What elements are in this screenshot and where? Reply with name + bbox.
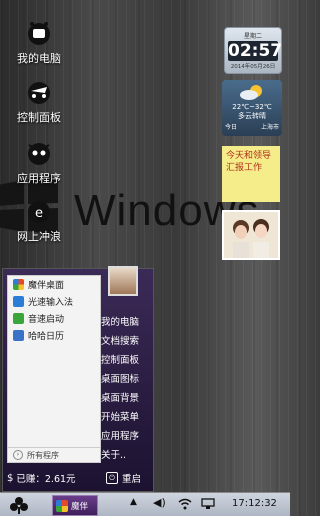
pinwheel-icon: [56, 499, 68, 512]
note-text: 今天和领导汇报工作: [226, 151, 272, 173]
computer-icon: [28, 22, 50, 45]
clock-time: 02:57: [228, 41, 283, 61]
taskbar-app-button[interactable]: 魔伴: [52, 495, 98, 516]
program-label: 魔伴桌面: [28, 281, 65, 291]
desktop-icon-label: 网上冲浪: [17, 230, 61, 243]
arrow-right-icon: ›: [13, 450, 23, 460]
input-method-icon: [13, 296, 24, 307]
launcher-icon: [13, 313, 24, 324]
volume-icon[interactable]: ◀): [153, 496, 166, 509]
svg-text:e: e: [35, 206, 43, 221]
photo-frame-widget[interactable]: [222, 210, 280, 260]
program-label: 音速启动: [28, 315, 65, 325]
browser-icon: e: [28, 201, 50, 223]
desktop-icon-control-panel[interactable]: 控制面板: [4, 79, 74, 125]
weather-city: 上海市: [260, 124, 279, 131]
program-item[interactable]: 哈哈日历: [8, 327, 100, 344]
link-desktop-icons[interactable]: 桌面图标: [101, 370, 151, 389]
taskbar-app-label: 魔伴: [71, 501, 89, 512]
sticky-note-widget[interactable]: 今天和领导汇报工作: [222, 146, 280, 202]
link-desktop-background[interactable]: 桌面背景: [101, 389, 151, 408]
taskbar: 魔伴 ▲ ◀) 17:12:32: [0, 492, 290, 516]
desktop-icon-browser[interactable]: e 网上冲浪: [4, 198, 74, 244]
weather-day: 今日: [225, 124, 238, 131]
start-button-icon[interactable]: [8, 496, 30, 514]
weather-condition: 多云转晴: [238, 112, 266, 120]
restart-button[interactable]: ⏻ 重启: [105, 471, 141, 485]
link-applications[interactable]: 应用程序: [101, 427, 151, 446]
apps-icon: [28, 143, 50, 165]
system-links: 我的电脑 文档搜索 控制面板 桌面图标 桌面背景 开始菜单 应用程序 关于..: [101, 313, 151, 465]
program-list: 魔伴桌面 光速输入法 音速启动 哈哈日历 › 所有程序: [7, 275, 101, 463]
link-start-menu[interactable]: 开始菜单: [101, 408, 151, 427]
clock-date: 2014年05月26日: [230, 64, 276, 70]
start-menu-footer: $ 已赚：2.61元 ⏻ 重启: [3, 465, 153, 491]
calendar-icon: [13, 330, 24, 341]
cloud-sun-icon: [240, 85, 262, 100]
weather-temp: 22℃~32℃: [232, 103, 272, 111]
pinwheel-icon: [13, 279, 24, 290]
desktop-icon-apps[interactable]: 应用程序: [4, 140, 74, 186]
program-item[interactable]: 光速输入法: [8, 293, 100, 310]
start-menu: 魔伴桌面 光速输入法 音速启动 哈哈日历 › 所有程序 我的电脑 文档搜索 控制…: [2, 266, 154, 492]
desktop-icon-label: 控制面板: [17, 111, 61, 124]
coin-icon: $: [7, 472, 14, 484]
all-programs-button[interactable]: › 所有程序: [8, 447, 100, 462]
desktop-icon-label: 应用程序: [17, 172, 61, 185]
program-item[interactable]: 魔伴桌面: [8, 276, 100, 293]
program-label: 哈哈日历: [28, 332, 65, 342]
desktop-icon-my-computer[interactable]: 我的电脑: [4, 20, 74, 66]
clock-weekday: 星期二: [243, 33, 262, 40]
link-doc-search[interactable]: 文档搜索: [101, 332, 151, 351]
user-avatar[interactable]: [108, 266, 138, 296]
link-my-computer[interactable]: 我的电脑: [101, 313, 151, 332]
control-panel-icon: [28, 82, 50, 104]
restart-label: 重启: [121, 474, 141, 485]
power-icon: ⏻: [105, 472, 118, 484]
photo-image: [224, 212, 278, 258]
clock-widget[interactable]: 星期二 02:57 2014年05月26日: [224, 27, 282, 74]
taskbar-clock[interactable]: 17:12:32: [232, 498, 277, 509]
link-control-panel[interactable]: 控制面板: [101, 351, 151, 370]
link-about[interactable]: 关于..: [101, 446, 151, 465]
tray-up-arrow-icon[interactable]: ▲: [130, 497, 137, 507]
network-icon[interactable]: [201, 498, 215, 510]
program-item[interactable]: 音速启动: [8, 310, 100, 327]
earned-label: 已赚：2.61元: [16, 474, 76, 485]
program-label: 光速输入法: [28, 298, 74, 308]
weather-widget[interactable]: 22℃~32℃ 多云转晴 今日 上海市: [222, 80, 282, 136]
all-programs-label: 所有程序: [27, 450, 59, 460]
wifi-icon[interactable]: [178, 498, 192, 510]
desktop-icon-label: 我的电脑: [17, 52, 61, 65]
